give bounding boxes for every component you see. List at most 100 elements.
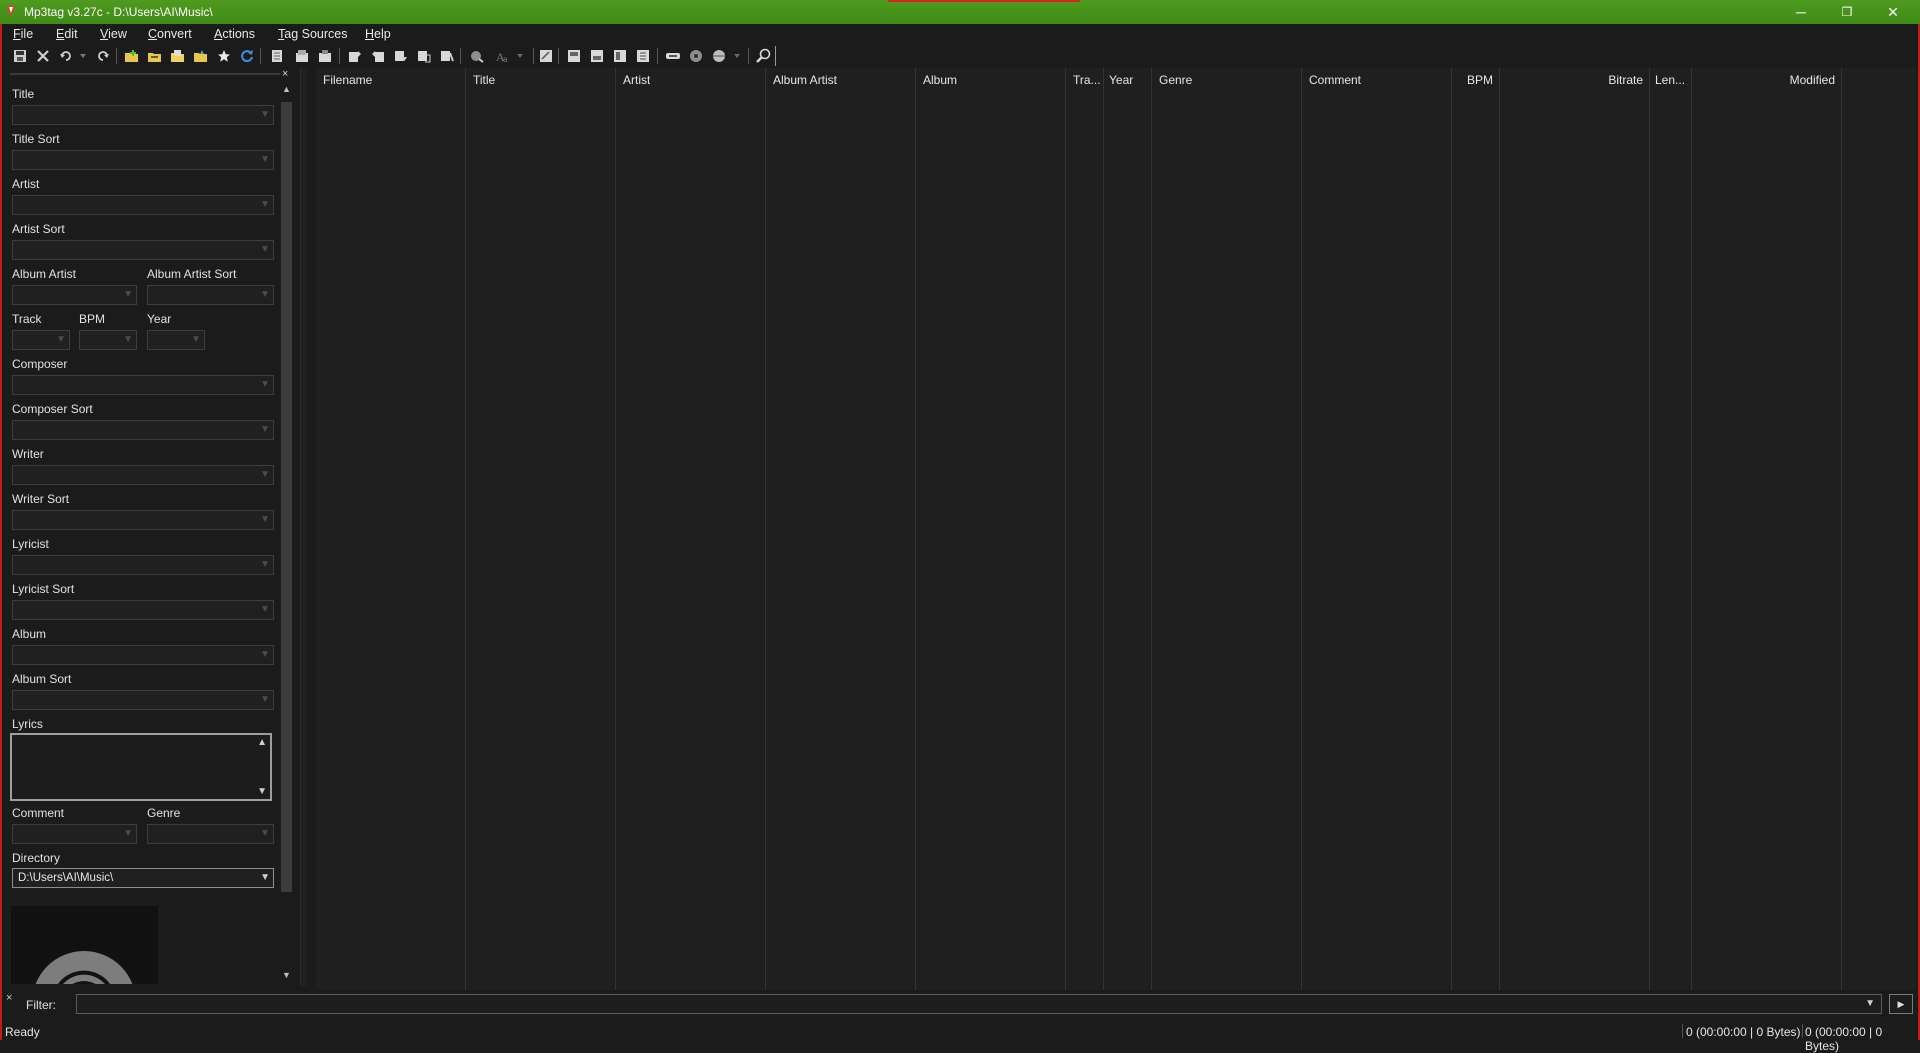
restore-button[interactable]: ❐ — [1824, 0, 1870, 24]
text-file-to-tag-icon[interactable] — [415, 47, 433, 65]
undo-dropdown-icon[interactable] — [74, 47, 92, 65]
autonumbering-icon[interactable] — [438, 47, 456, 65]
column-header-title[interactable]: Title — [473, 70, 495, 90]
composer-sort-field[interactable]: ▼ — [12, 420, 274, 440]
remove-tag-icon[interactable] — [34, 47, 52, 65]
tag-to-tag-icon[interactable] — [392, 47, 410, 65]
musicbrainz-icon[interactable] — [710, 47, 728, 65]
artist-sort-field[interactable]: ▼ — [12, 240, 274, 260]
favorites-folder-icon[interactable] — [191, 47, 209, 65]
column-header-comment[interactable]: Comment — [1309, 70, 1361, 90]
tag-sources-dropdown-icon[interactable] — [728, 47, 746, 65]
album-field[interactable]: ▼ — [12, 645, 274, 665]
column-header-genre[interactable]: Genre — [1159, 70, 1192, 90]
sort-icon[interactable] — [634, 47, 652, 65]
chevron-down-icon[interactable]: ▼ — [260, 469, 270, 480]
column-header-bitrate[interactable]: Bitrate — [1608, 70, 1643, 90]
directory-field[interactable]: D:\Users\AI\Music\ ▼ — [12, 868, 274, 888]
chevron-down-icon[interactable]: ▼ — [260, 289, 270, 300]
chevron-down-icon[interactable]: ▼ — [191, 334, 201, 345]
bpm-field[interactable]: ▼ — [79, 330, 137, 350]
title-bar[interactable]: Mp3tag v3.27c - D:\Users\AI\Music\ ─ ❐ ✕ — [0, 0, 1920, 24]
album-sort-field[interactable]: ▼ — [12, 690, 274, 710]
undo-icon[interactable] — [57, 47, 75, 65]
chevron-down-icon[interactable]: ▼ — [1865, 998, 1875, 1009]
copy-tag-icon[interactable] — [293, 47, 311, 65]
chevron-down-icon[interactable]: ▼ — [260, 649, 270, 660]
column-header-track[interactable]: Tra... — [1073, 70, 1101, 90]
add-folder-icon[interactable] — [168, 47, 186, 65]
redo-icon[interactable] — [94, 47, 112, 65]
filename-to-tag-icon[interactable] — [369, 47, 387, 65]
chevron-down-icon[interactable]: ▼ — [260, 244, 270, 255]
column-header-year[interactable]: Year — [1109, 70, 1133, 90]
filter-apply-button[interactable]: ▶ — [1889, 994, 1913, 1014]
chevron-down-icon[interactable]: ▼ — [123, 828, 133, 839]
case-dropdown-icon[interactable] — [511, 47, 529, 65]
writer-sort-field[interactable]: ▼ — [12, 510, 274, 530]
chevron-down-icon[interactable]: ▼ — [260, 872, 270, 883]
column-header-album[interactable]: Album — [923, 70, 957, 90]
extended-tags-icon[interactable]: Aa — [493, 47, 511, 65]
album-artist-sort-field[interactable]: ▼ — [147, 285, 274, 305]
column-header-modified[interactable]: Modified — [1790, 70, 1835, 90]
chevron-down-icon[interactable]: ▼ — [123, 289, 133, 300]
chevron-down-icon[interactable]: ▼ — [123, 334, 133, 345]
export-cover-icon[interactable] — [588, 47, 606, 65]
lyrics-textarea[interactable]: ▲ ▼ — [10, 733, 272, 801]
title-sort-field[interactable]: ▼ — [12, 150, 274, 170]
artist-field[interactable]: ▼ — [12, 195, 274, 215]
favorites-star-icon[interactable] — [215, 47, 233, 65]
filter-input[interactable]: ▼ — [76, 994, 1882, 1014]
album-artist-field[interactable]: ▼ — [12, 285, 137, 305]
menu-file[interactable]: File — [13, 27, 33, 41]
chevron-down-icon[interactable]: ▼ — [260, 154, 270, 165]
menu-view[interactable]: View — [100, 27, 127, 41]
refresh-icon[interactable] — [238, 47, 256, 65]
chevron-down-icon[interactable]: ▼ — [260, 694, 270, 705]
chevron-down-icon[interactable]: ▼ — [260, 514, 270, 525]
discogs-icon[interactable] — [687, 47, 705, 65]
change-directory-icon[interactable] — [145, 47, 163, 65]
menu-convert[interactable]: Convert — [148, 27, 192, 41]
scroll-up-arrow-icon[interactable]: ▲ — [282, 84, 291, 94]
chevron-down-icon[interactable]: ▼ — [260, 424, 270, 435]
chevron-down-icon[interactable]: ▼ — [260, 828, 270, 839]
scroll-up-icon[interactable]: ▲ — [257, 737, 267, 748]
column-header-filename[interactable]: Filename — [323, 70, 372, 90]
chevron-down-icon[interactable]: ▼ — [56, 334, 66, 345]
scroll-down-icon[interactable]: ▼ — [257, 786, 267, 797]
tag-panel-scroll-thumb[interactable] — [281, 102, 292, 892]
composer-field[interactable]: ▼ — [12, 375, 274, 395]
import-cover-icon[interactable] — [565, 47, 583, 65]
chevron-down-icon[interactable]: ▼ — [260, 109, 270, 120]
save-tag-icon[interactable] — [11, 47, 29, 65]
case-conversion-icon[interactable] — [468, 47, 486, 65]
minimize-button[interactable]: ─ — [1778, 0, 1824, 24]
menu-actions[interactable]: Actions — [214, 27, 255, 41]
chevron-down-icon[interactable]: ▼ — [260, 199, 270, 210]
tag-to-filename-icon[interactable] — [346, 47, 364, 65]
lyricist-field[interactable]: ▼ — [12, 555, 274, 575]
title-field[interactable]: ▼ — [12, 105, 274, 125]
file-list[interactable]: Filename Title Artist Album Artist Album… — [316, 68, 1916, 990]
column-header-artist[interactable]: Artist — [623, 70, 650, 90]
chevron-down-icon[interactable]: ▼ — [260, 604, 270, 615]
menu-edit[interactable]: Edit — [56, 27, 78, 41]
track-field[interactable]: ▼ — [12, 330, 70, 350]
add-directory-icon[interactable] — [122, 47, 140, 65]
panel-splitter[interactable] — [300, 68, 307, 986]
menu-help[interactable]: Help — [365, 27, 391, 41]
select-all-icon[interactable] — [268, 47, 286, 65]
paste-tag-icon[interactable] — [316, 47, 334, 65]
column-header-bpm[interactable]: BPM — [1467, 70, 1493, 90]
menu-tag-sources[interactable]: Tag Sources — [278, 27, 347, 41]
column-header-length[interactable]: Len... — [1655, 70, 1685, 90]
column-header-album-artist[interactable]: Album Artist — [773, 70, 837, 90]
clear-cover-icon[interactable] — [611, 47, 629, 65]
cover-art-placeholder[interactable] — [11, 906, 158, 984]
year-field[interactable]: ▼ — [147, 330, 205, 350]
chevron-down-icon[interactable]: ▼ — [260, 559, 270, 570]
comment-field[interactable]: ▼ — [12, 824, 137, 844]
genre-field[interactable]: ▼ — [147, 824, 274, 844]
